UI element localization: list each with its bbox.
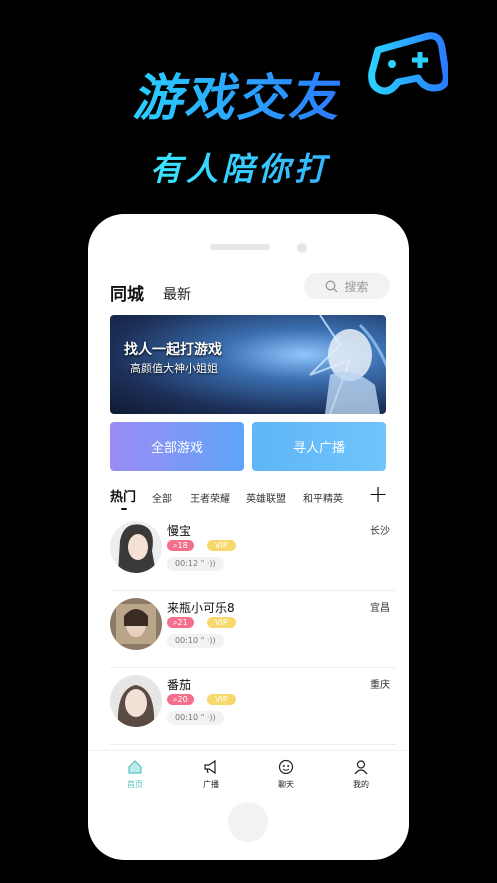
message-count-badge: ⌕18 (167, 540, 194, 551)
tab-broadcast-label: 广播 (203, 780, 219, 789)
message-count-badge: ⌕21 (167, 617, 194, 628)
avatar (110, 675, 162, 727)
phone-camera (297, 243, 307, 253)
promo-title: 游戏交友 (132, 58, 340, 130)
user-city: 重庆 (370, 680, 390, 691)
tab-broadcast[interactable]: 广播 (191, 759, 231, 790)
phone-speaker (210, 244, 270, 250)
category-honor-of-kings[interactable]: 王者荣耀 (190, 490, 230, 505)
phone-home-button[interactable] (228, 802, 268, 842)
tab-chat[interactable]: 聊天 (266, 759, 306, 790)
vip-badge: VIP (207, 540, 236, 551)
user-city: 宜昌 (370, 603, 390, 614)
tab-new[interactable]: 最新 (163, 284, 191, 304)
tab-chat-label: 聊天 (278, 780, 294, 789)
category-all[interactable]: 全部 (152, 490, 172, 505)
avatar (110, 598, 162, 650)
tab-mine[interactable]: 我的 (341, 759, 381, 790)
user-city: 长沙 (370, 526, 390, 537)
vip-badge: VIP (207, 617, 236, 628)
list-item[interactable]: 慢宝 长沙 ⌕18 VIP 00:12 " ·)) (110, 514, 396, 591)
user-name: 来瓶小可乐8 (167, 601, 235, 615)
tab-city[interactable]: 同城 (110, 280, 144, 305)
search-input[interactable]: 搜索 (304, 273, 390, 299)
category-hot[interactable]: 热门 (110, 486, 136, 505)
find-broadcast-button[interactable]: 寻人广播 (252, 422, 386, 471)
phone-frame: 同城 最新 搜索 找人一起打游戏 高颜值大神小姐姐 全部游戏 寻人广播 热门 全… (88, 214, 409, 860)
add-category-icon[interactable]: + (368, 480, 388, 508)
tab-home-label: 首页 (127, 780, 143, 789)
message-count-badge: ⌕20 (167, 694, 194, 705)
user-name: 慢宝 (167, 524, 192, 538)
search-placeholder: 搜索 (344, 279, 369, 294)
category-active-indicator (121, 508, 127, 510)
category-peace-elite[interactable]: 和平精英 (303, 490, 343, 505)
gamepad-icon (368, 32, 448, 95)
voice-message[interactable]: 00:10 " ·)) (167, 711, 224, 725)
bottom-tab-bar: 首页 广播 聊天 我的 (88, 750, 409, 801)
megaphone-icon (204, 759, 216, 775)
banner-title: 找人一起打游戏 (124, 342, 222, 358)
banner-subtitle: 高颜值大神小姐姐 (130, 362, 218, 375)
voice-message[interactable]: 00:10 " ·)) (167, 634, 224, 648)
promo-subtitle: 有人陪你打 (150, 144, 330, 190)
tab-mine-label: 我的 (353, 780, 369, 789)
banner-character-image (309, 315, 386, 414)
chat-face-icon (278, 759, 294, 775)
category-league-of-legends[interactable]: 英雄联盟 (246, 490, 286, 505)
promo-banner[interactable]: 找人一起打游戏 高颜值大神小姐姐 (110, 315, 386, 414)
vip-badge: VIP (207, 694, 236, 705)
user-icon (354, 760, 368, 775)
list-item[interactable]: 来瓶小可乐8 宜昌 ⌕21 VIP 00:10 " ·)) (110, 591, 396, 668)
avatar (110, 521, 162, 573)
search-icon (326, 280, 338, 292)
home-icon (128, 760, 142, 774)
user-name: 番茄 (167, 678, 192, 692)
voice-message[interactable]: 00:12 " ·)) (167, 557, 224, 571)
all-games-button[interactable]: 全部游戏 (110, 422, 244, 471)
tab-home[interactable]: 首页 (115, 759, 155, 790)
list-item[interactable]: 番茄 重庆 ⌕20 VIP 00:10 " ·)) (110, 668, 396, 745)
category-tabs: 热门 全部 王者荣耀 英雄联盟 和平精英 + (110, 480, 390, 516)
